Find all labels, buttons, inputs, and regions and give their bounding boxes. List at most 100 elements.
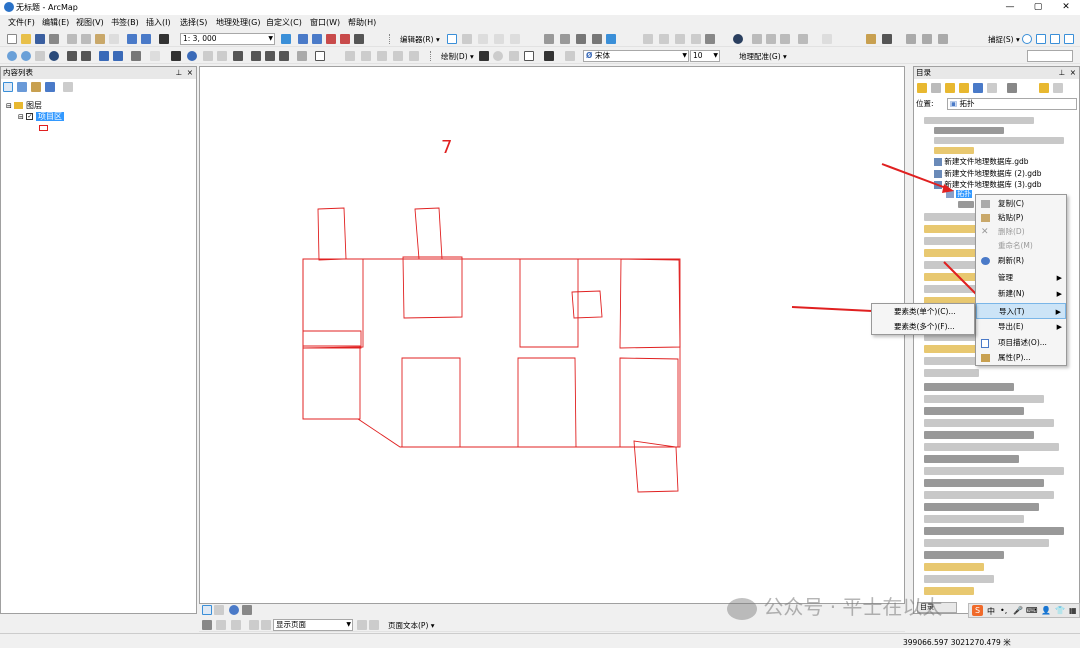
copy-icon[interactable] bbox=[81, 34, 91, 44]
viewer-window-icon[interactable] bbox=[315, 51, 325, 61]
edit-tool-icon[interactable] bbox=[447, 34, 457, 44]
blurred-tree-item[interactable] bbox=[924, 357, 979, 365]
blurred-tree-item[interactable] bbox=[924, 285, 979, 293]
find-route-icon[interactable] bbox=[265, 51, 275, 61]
menu-item-rename[interactable]: 重命名(M) bbox=[976, 238, 1066, 254]
close-button[interactable]: ✕ bbox=[1056, 1, 1076, 13]
new-folder-icon[interactable] bbox=[1039, 83, 1049, 93]
snapping-menu[interactable]: 捕捉(S) ▾ bbox=[988, 34, 1020, 45]
home-icon[interactable] bbox=[959, 83, 969, 93]
blurred-tree-item[interactable] bbox=[924, 273, 979, 281]
selected-dataset-item[interactable]: 拓扑 bbox=[946, 189, 973, 199]
layout-tool-icon-4[interactable] bbox=[393, 51, 403, 61]
zoom-whole-page-icon[interactable] bbox=[509, 51, 519, 61]
menu-item-new[interactable]: 新建(N) ▶ bbox=[976, 286, 1066, 302]
ime-punctuation-icon[interactable]: •, bbox=[1000, 606, 1007, 615]
layout-pan-icon[interactable] bbox=[202, 620, 212, 630]
line-icon[interactable] bbox=[565, 51, 575, 61]
layout-tool-icon[interactable] bbox=[345, 51, 355, 61]
font-name-combo[interactable]: Ø 宋体 ▼ bbox=[583, 50, 689, 62]
pin-icon[interactable]: ⊥ bbox=[175, 67, 182, 79]
line-tool-icon[interactable] bbox=[478, 34, 488, 44]
blurred-tree-item[interactable] bbox=[924, 443, 1059, 451]
new-document-icon[interactable] bbox=[7, 34, 17, 44]
cut-icon[interactable] bbox=[67, 34, 77, 44]
layout-view-icon[interactable] bbox=[214, 605, 224, 615]
menu-view[interactable]: 视图(V) bbox=[76, 17, 104, 28]
prev-page-icon[interactable] bbox=[261, 620, 271, 630]
skin-icon[interactable]: 👕 bbox=[1055, 606, 1065, 615]
list-by-visibility-icon[interactable] bbox=[31, 82, 41, 92]
menu-bookmarks[interactable]: 书签(B) bbox=[111, 17, 139, 28]
gdb-item-1[interactable]: 新建文件地理数据库.gdb bbox=[934, 156, 1029, 167]
menu-customize[interactable]: 自定义(C) bbox=[266, 17, 302, 28]
html-popup-icon[interactable] bbox=[217, 51, 227, 61]
menu-item-refresh[interactable]: 刷新(R) bbox=[976, 253, 1066, 269]
ime-language-icon[interactable]: 中 bbox=[987, 606, 995, 617]
first-page-icon[interactable] bbox=[249, 620, 259, 630]
reshape-edge-icon[interactable] bbox=[705, 34, 715, 44]
menu-windows[interactable]: 窗口(W) bbox=[310, 17, 340, 28]
menu-help[interactable]: 帮助(H) bbox=[348, 17, 376, 28]
menu-item-import[interactable]: 导入(T) ▶ bbox=[976, 303, 1066, 319]
editor-menu[interactable]: 编辑器(R) ▾ bbox=[400, 34, 440, 45]
list-by-source-icon[interactable] bbox=[17, 82, 27, 92]
blurred-tree-item[interactable] bbox=[934, 137, 1064, 144]
blurred-tree-item[interactable] bbox=[934, 147, 974, 154]
blurred-tree-item[interactable] bbox=[924, 237, 979, 245]
delete-icon[interactable] bbox=[109, 34, 119, 44]
list-by-drawing-order-icon[interactable] bbox=[3, 82, 13, 92]
arctoolbox-icon[interactable] bbox=[326, 34, 336, 44]
layer-symbol-swatch[interactable] bbox=[39, 125, 48, 131]
blurred-tree-item[interactable] bbox=[924, 117, 1034, 124]
ime-logo-icon[interactable]: S bbox=[972, 605, 983, 616]
zoom-in-icon[interactable] bbox=[7, 51, 17, 61]
tool-icon-3[interactable] bbox=[938, 34, 948, 44]
menu-edit[interactable]: 编辑(E) bbox=[42, 17, 69, 28]
find-icon[interactable] bbox=[251, 51, 261, 61]
pause-drawing-icon[interactable] bbox=[242, 605, 252, 615]
python-window-icon[interactable] bbox=[340, 34, 350, 44]
split-icon[interactable] bbox=[592, 34, 602, 44]
blurred-tree-item[interactable] bbox=[958, 201, 974, 208]
georeferencing-menu[interactable]: 地理配准(G) ▾ bbox=[739, 51, 787, 62]
import-feature-class-single[interactable]: 要素类(单个)(C)... bbox=[872, 304, 974, 320]
zoom-100-icon[interactable] bbox=[231, 620, 241, 630]
location-combo[interactable]: ▣ 拓扑 bbox=[947, 98, 1077, 110]
options-icon[interactable] bbox=[63, 82, 73, 92]
layers-root[interactable]: ⊟ 图层 bbox=[6, 100, 42, 111]
vertex-icon[interactable] bbox=[544, 34, 554, 44]
properties-icon[interactable] bbox=[1053, 83, 1063, 93]
font-size-combo[interactable]: 10 ▼ bbox=[690, 50, 720, 62]
full-extent-icon[interactable] bbox=[49, 51, 59, 61]
close-icon[interactable]: × bbox=[187, 67, 193, 79]
blurred-tree-item[interactable] bbox=[924, 213, 979, 221]
trace-tool-icon[interactable] bbox=[510, 34, 520, 44]
identify-icon[interactable] bbox=[187, 51, 197, 61]
blurred-tree-item[interactable] bbox=[924, 419, 1054, 427]
goto-xy-icon[interactable] bbox=[279, 51, 289, 61]
blurred-tree-item[interactable] bbox=[924, 491, 1054, 499]
layout-tool-icon-3[interactable] bbox=[377, 51, 387, 61]
error-icon[interactable] bbox=[822, 34, 832, 44]
blurred-tree-item[interactable] bbox=[924, 515, 1024, 523]
maximize-button[interactable]: ▢ bbox=[1028, 1, 1048, 13]
editor-toolbar-icon[interactable] bbox=[281, 34, 291, 44]
ime-menu-icon[interactable]: ▦ bbox=[1069, 606, 1077, 615]
print-icon[interactable] bbox=[49, 34, 59, 44]
cut-polygon-icon[interactable] bbox=[576, 34, 586, 44]
fixed-zoom-in-icon[interactable] bbox=[67, 51, 77, 61]
keyboard-icon[interactable]: ⌨ bbox=[1026, 606, 1038, 615]
text-icon[interactable] bbox=[544, 51, 554, 61]
georef-layer-combo[interactable] bbox=[1027, 50, 1073, 62]
measure-icon[interactable] bbox=[233, 51, 243, 61]
menu-geoprocessing[interactable]: 地理处理(G) bbox=[216, 17, 260, 28]
time-slider-icon[interactable] bbox=[297, 51, 307, 61]
page-text-menu[interactable]: 页面文本(P) ▾ bbox=[388, 620, 435, 631]
select-elements-icon[interactable] bbox=[171, 51, 181, 61]
close-icon[interactable]: × bbox=[1070, 67, 1076, 79]
collapse-icon[interactable]: ⊟ bbox=[6, 102, 12, 110]
blurred-tree-item[interactable] bbox=[924, 395, 1044, 403]
paste-icon[interactable] bbox=[95, 34, 105, 44]
layout-tool-icon-2[interactable] bbox=[361, 51, 371, 61]
